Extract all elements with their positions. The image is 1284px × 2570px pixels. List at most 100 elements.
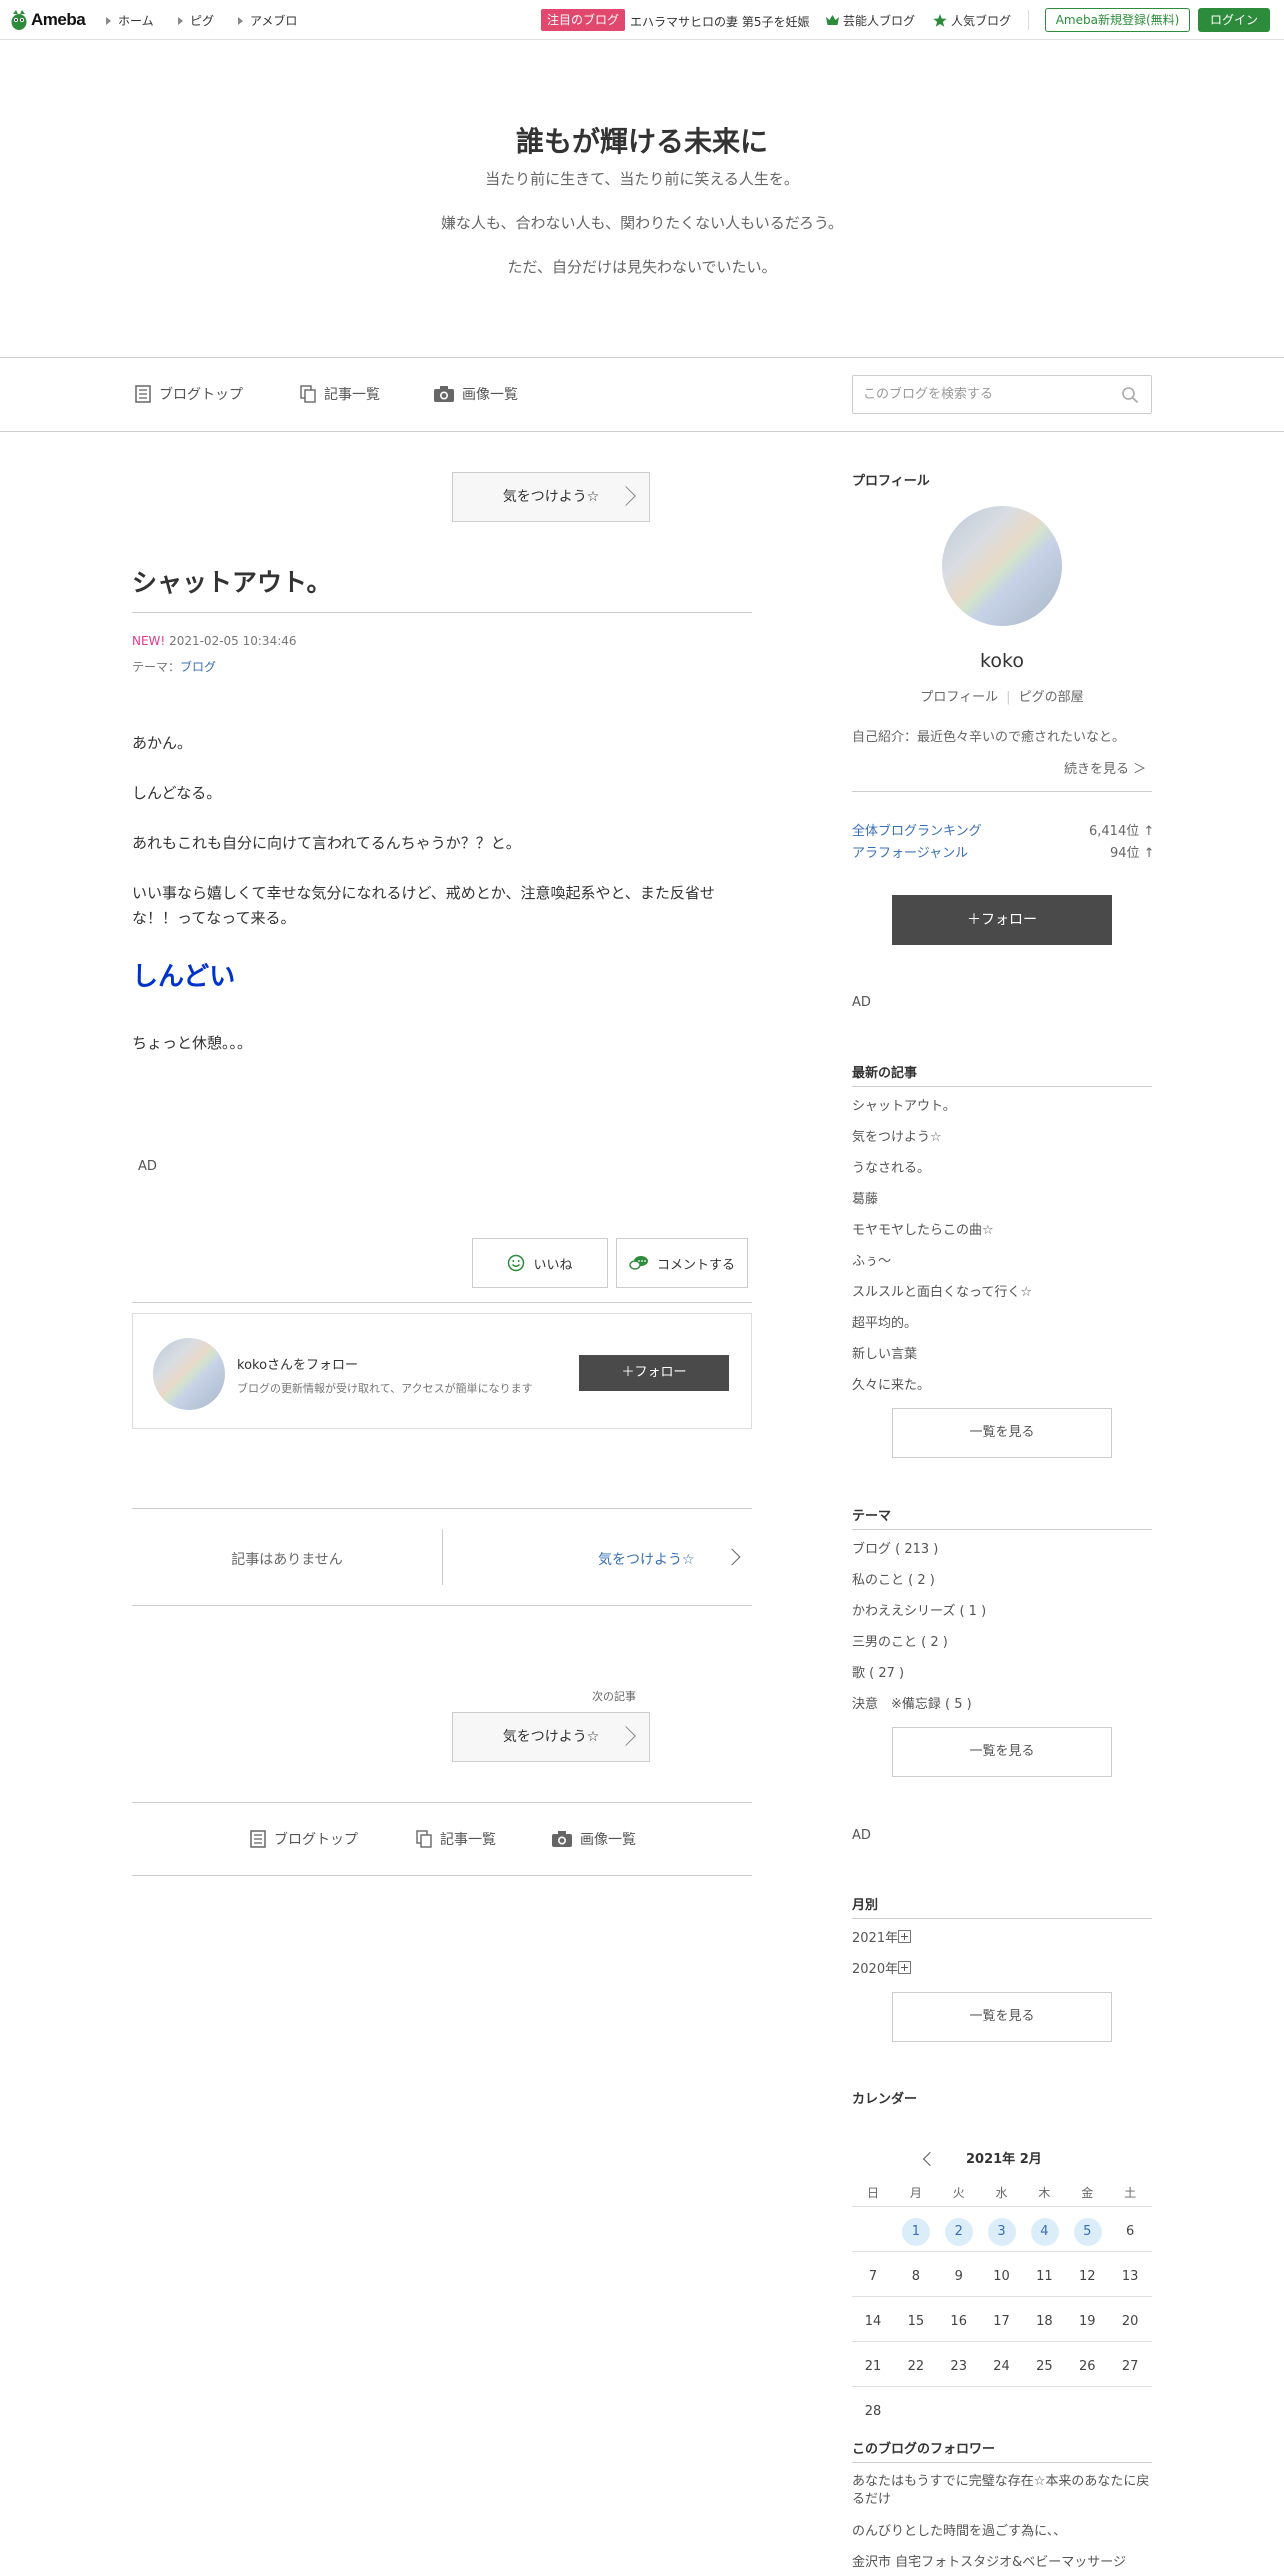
latest-item[interactable]: 葛藤 [852,1188,878,1207]
document-icon [250,1830,266,1848]
entry-emphasis-text: しんどい [132,962,236,992]
expand-plus-icon[interactable] [898,1930,912,1943]
blog-top-link[interactable]: ブログトップ [250,1829,358,1849]
latest-item[interactable]: ふぅ〜 [852,1250,891,1269]
profile-avatar[interactable] [942,506,1062,626]
entry-title[interactable]: シャットアウト。 [132,563,332,599]
latest-item[interactable]: 新しい言葉 [852,1343,917,1362]
ameba-logo-text: Ameba [31,10,86,29]
ad-label: AD [138,1159,157,1174]
calendar-day: 11 [1036,2269,1053,2284]
calendar-day: 17 [993,2314,1010,2329]
login-button[interactable]: ログイン [1198,8,1270,32]
expand-plus-icon[interactable] [898,1961,912,1974]
ameba-logo[interactable]: Ameba [10,8,86,32]
month-2021[interactable]: 2021年 [852,1927,912,1946]
calendar-day[interactable]: 3 [981,2224,1023,2239]
entry-list-link[interactable]: 記事一覧 [300,384,380,404]
entry-pager: 記事はありません 気をつけよう☆ [132,1508,752,1606]
search-icon[interactable] [1121,386,1139,404]
theme-item[interactable]: 歌 ( 27 ) [852,1662,904,1681]
profile-link[interactable]: プロフィール [920,690,998,705]
calendar-day: 13 [1121,2269,1139,2284]
latest-item[interactable]: うなされる。 [852,1157,930,1176]
ranking-overall-link[interactable]: 全体ブログランキング [852,820,982,839]
calendar-day[interactable]: 5 [1066,2224,1108,2239]
like-button[interactable]: いいね [472,1238,608,1288]
follower-item[interactable]: あなたはもうすでに完璧な存在☆本来のあなたに戻るだけ [852,2473,1152,2509]
follower-item[interactable]: 金沢市 自宅フォトスタジオ&ベビーマッサージ [852,2551,1152,2570]
follow-box-desc: ブログの更新情報が受け取れて、アクセスが簡単になります [237,1382,533,1395]
blog-search [852,375,1152,414]
latest-item[interactable]: 超平均的。 [852,1312,917,1331]
entry-paragraph: いい事なら嬉しくて幸せな気分になれるけど、戒めとか、注意喚起系やと、また反省せな… [132,884,715,927]
header-divider [1028,10,1029,30]
pig-room-link[interactable]: ピグの部屋 [1019,690,1084,705]
popular-blog-link[interactable]: 人気ブログ [933,12,1011,29]
theme-item[interactable]: 決意 ※備忘録 ( 5 ) [852,1693,972,1712]
smile-icon [508,1254,525,1272]
read-more-link[interactable]: 続きを見る ＞ [1064,758,1146,777]
latest-item[interactable]: スルスルと面白くなって行く☆ [852,1281,1032,1300]
monthly-more-button[interactable]: 一覧を見る [892,1992,1112,2042]
calendar-day: 6 [1126,2224,1135,2239]
prev-entry-button[interactable]: 気をつけよう☆ [452,472,650,522]
calendar-day: 18 [1036,2314,1053,2329]
chevron-right-icon[interactable] [723,1548,741,1566]
calendar-day: 25 [1036,2359,1053,2374]
blog-top-link[interactable]: ブログトップ [135,384,243,404]
calendar-row-line [852,2206,1152,2207]
next-entry-link[interactable]: 気をつけよう☆ [598,1549,695,1569]
latest-item[interactable]: 気をつけよう☆ [852,1126,942,1145]
theme-item[interactable]: かわええシリーズ ( 1 ) [852,1600,986,1619]
ranking-genre-link[interactable]: アラフォージャンル [852,842,968,861]
latest-item[interactable]: シャットアウト。 [852,1095,956,1114]
sidebar-follow-button[interactable]: ＋フォロー [892,895,1112,945]
gnav-ameblo[interactable]: アメブロ [238,12,297,29]
latest-item[interactable]: モヤモヤしたらこの曲☆ [852,1219,994,1238]
calendar-weekday: 月 [909,2186,922,2200]
follow-button[interactable]: ＋フォロー [579,1355,729,1391]
bottom-nav: ブログトップ 記事一覧 画像一覧 [132,1802,752,1876]
calendar-day[interactable]: 2 [938,2224,980,2239]
profile-name[interactable]: koko [852,650,1152,672]
register-button[interactable]: Ameba新規登録(無料) [1045,8,1190,32]
triangle-icon [238,16,243,25]
follower-item[interactable]: のんびりとした時間を過ごす為に、、 [852,2520,1066,2539]
theme-item[interactable]: 三男のこと ( 2 ) [852,1631,948,1650]
calendar-day[interactable]: 4 [1023,2224,1065,2239]
theme-link[interactable]: ブログ [180,660,216,674]
calendar-day: 24 [993,2359,1010,2374]
latest-heading: 最新の記事 [852,1066,918,1081]
calendar-day: 9 [954,2269,963,2284]
comment-button[interactable]: コメントする [616,1238,748,1288]
calendar-row-line [852,2296,1152,2297]
image-list-link[interactable]: 画像一覧 [552,1829,636,1849]
entry-list-link[interactable]: 記事一覧 [416,1829,496,1849]
latest-item[interactable]: 久々に来た。 [852,1374,930,1393]
pickup-link[interactable]: エハラマサヒロの妻 第5子を妊娠 [630,13,809,30]
calendar-prev-icon[interactable] [922,2151,938,2167]
entry-theme: テーマ：ブログ [132,660,217,674]
theme-item[interactable]: 私のこと ( 2 ) [852,1569,935,1588]
gnav-pigg[interactable]: ピグ [178,12,214,29]
calendar-day[interactable]: 1 [895,2224,937,2239]
avatar[interactable] [153,1338,225,1410]
theme-item[interactable]: ブログ ( 213 ) [852,1538,938,1557]
gnav-home[interactable]: ホーム [106,12,154,29]
celebrity-blog-link[interactable]: 芸能人ブログ [826,12,915,29]
blog-search-input[interactable] [853,376,1093,413]
latest-more-button[interactable]: 一覧を見る [892,1408,1112,1458]
theme-more-button[interactable]: 一覧を見る [892,1727,1112,1777]
month-2020[interactable]: 2020年 [852,1958,912,1977]
ranking-genre-value: 94位 ↑ [1110,846,1155,861]
theme-heading: テーマ [852,1509,892,1524]
comment-icon [629,1256,648,1270]
actions-divider [132,1302,752,1303]
blog-title[interactable]: 誰もが輝ける未来に [0,120,1284,160]
ad-label: AD [852,995,871,1010]
blog-header: 誰もが輝ける未来に 当たり前に生きて、当たり前に笑える人生を。 嫌な人も、合わな… [0,40,1284,358]
profile-links: プロフィール | ピグの部屋 [920,690,1084,705]
image-list-link[interactable]: 画像一覧 [434,384,518,404]
next-entry-button[interactable]: 気をつけよう☆ [452,1712,650,1762]
